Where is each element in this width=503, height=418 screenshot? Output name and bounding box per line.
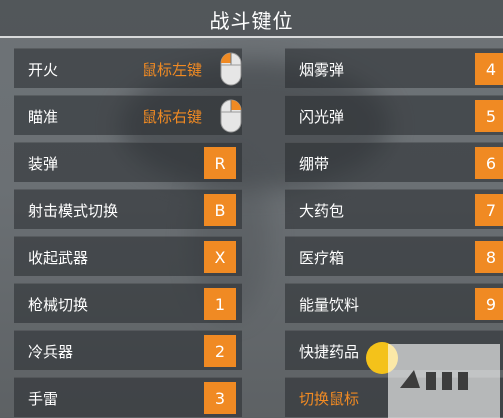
page-header: 战斗键位 [0, 0, 503, 38]
keybind-label: 冷兵器 [28, 343, 74, 361]
keybind-row-reload[interactable]: 装弹 R [14, 142, 242, 182]
keybind-hint: 鼠标左键 [142, 61, 203, 79]
keybind-row-bandage[interactable]: 绷带 6 [285, 142, 503, 182]
keybind-label: 大药包 [299, 202, 345, 220]
mouse-left-icon [220, 52, 242, 86]
key-badge[interactable]: B [204, 194, 236, 226]
keybind-row-flashbang[interactable]: 闪光弹 5 [285, 95, 503, 135]
header-divider [0, 36, 503, 38]
key-badge[interactable]: 1 [204, 288, 236, 320]
key-badge[interactable]: 6 [475, 147, 503, 179]
keybind-row-first-aid[interactable]: 大药包 7 [285, 189, 503, 229]
mouse-right-icon [220, 99, 242, 133]
keybind-row-fire-mode[interactable]: 射击模式切换 B [14, 189, 242, 229]
keybind-label: 手雷 [28, 390, 59, 408]
keybind-row-fire[interactable]: 开火 鼠标左键 [14, 48, 242, 88]
keybind-row-smoke[interactable]: 烟雾弹 4 [285, 48, 503, 88]
keybind-row-grenade[interactable]: 手雷 3 [14, 377, 242, 417]
keybind-label: 开火 [28, 61, 59, 79]
keybind-label: 绷带 [299, 155, 330, 173]
keybind-hint: 鼠标右键 [142, 108, 203, 126]
keybind-row-holster[interactable]: 收起武器 X [14, 236, 242, 276]
keybind-label: 能量饮料 [299, 296, 360, 314]
keybind-row-energy-drink[interactable]: 能量饮料 9 [285, 283, 503, 323]
key-badge[interactable]: 9 [475, 288, 503, 320]
key-badge[interactable]: 7 [475, 194, 503, 226]
keybind-row-quick-meds[interactable]: 快捷药品 [285, 330, 503, 370]
keybind-label: 切换鼠标 [299, 390, 360, 408]
keybind-row-melee[interactable]: 冷兵器 2 [14, 330, 242, 370]
key-badge[interactable]: 2 [204, 335, 236, 367]
keybind-label: 装弹 [28, 155, 59, 173]
keybind-label: 瞄准 [28, 108, 59, 126]
keybind-label: 枪械切换 [28, 296, 89, 314]
key-badge[interactable]: 4 [475, 53, 503, 85]
keybind-label: 医疗箱 [299, 249, 345, 267]
keybind-label: 闪光弹 [299, 108, 345, 126]
keybind-row-aim[interactable]: 瞄准 鼠标右键 [14, 95, 242, 135]
keybind-label: 快捷药品 [299, 343, 360, 361]
keybind-label: 收起武器 [28, 249, 89, 267]
key-badge[interactable]: X [204, 241, 236, 273]
keybind-row-weapon-switch[interactable]: 枪械切换 1 [14, 283, 242, 323]
keybind-label: 烟雾弹 [299, 61, 345, 79]
page-title: 战斗键位 [209, 8, 294, 33]
keybind-label: 射击模式切换 [28, 202, 119, 220]
key-badge[interactable]: R [204, 147, 236, 179]
keybind-row-med-kit[interactable]: 医疗箱 8 [285, 236, 503, 276]
keybind-row-switch-mouse[interactable]: 切换鼠标 [285, 377, 503, 417]
key-badge[interactable]: 3 [204, 382, 236, 414]
key-badge[interactable]: 8 [475, 241, 503, 273]
key-badge[interactable]: 5 [475, 100, 503, 132]
